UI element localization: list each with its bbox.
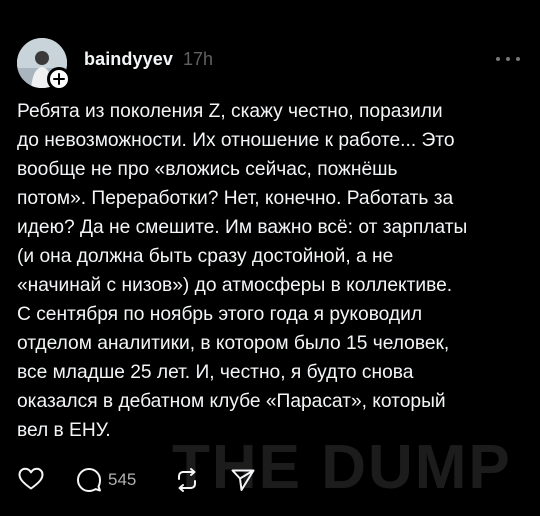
- thread-post: baindyyev 17h Ребята из поколения Z, ска…: [0, 0, 540, 516]
- post-text: Ребята из поколения Z, скажу честно, пор…: [17, 101, 468, 441]
- follow-plus-icon[interactable]: [47, 67, 71, 91]
- more-icon[interactable]: [496, 52, 520, 66]
- like-button[interactable]: [18, 467, 44, 491]
- comment-icon: [77, 468, 101, 492]
- post-time: 17h: [182, 49, 213, 69]
- repost-button[interactable]: [174, 467, 200, 493]
- username[interactable]: baindyyev: [84, 49, 173, 70]
- post-header: baindyyev 17h: [84, 49, 213, 70]
- reply-count: 545: [108, 470, 137, 489]
- post-actions: 545: [0, 462, 540, 496]
- heart-icon: [18, 467, 44, 490]
- post-body: Ребята из поколения Z, скажу честно, пор…: [17, 97, 527, 445]
- share-button[interactable]: [230, 467, 256, 493]
- reply-button[interactable]: 545: [76, 467, 136, 493]
- send-icon: [231, 469, 255, 491]
- repost-icon: [178, 468, 196, 492]
